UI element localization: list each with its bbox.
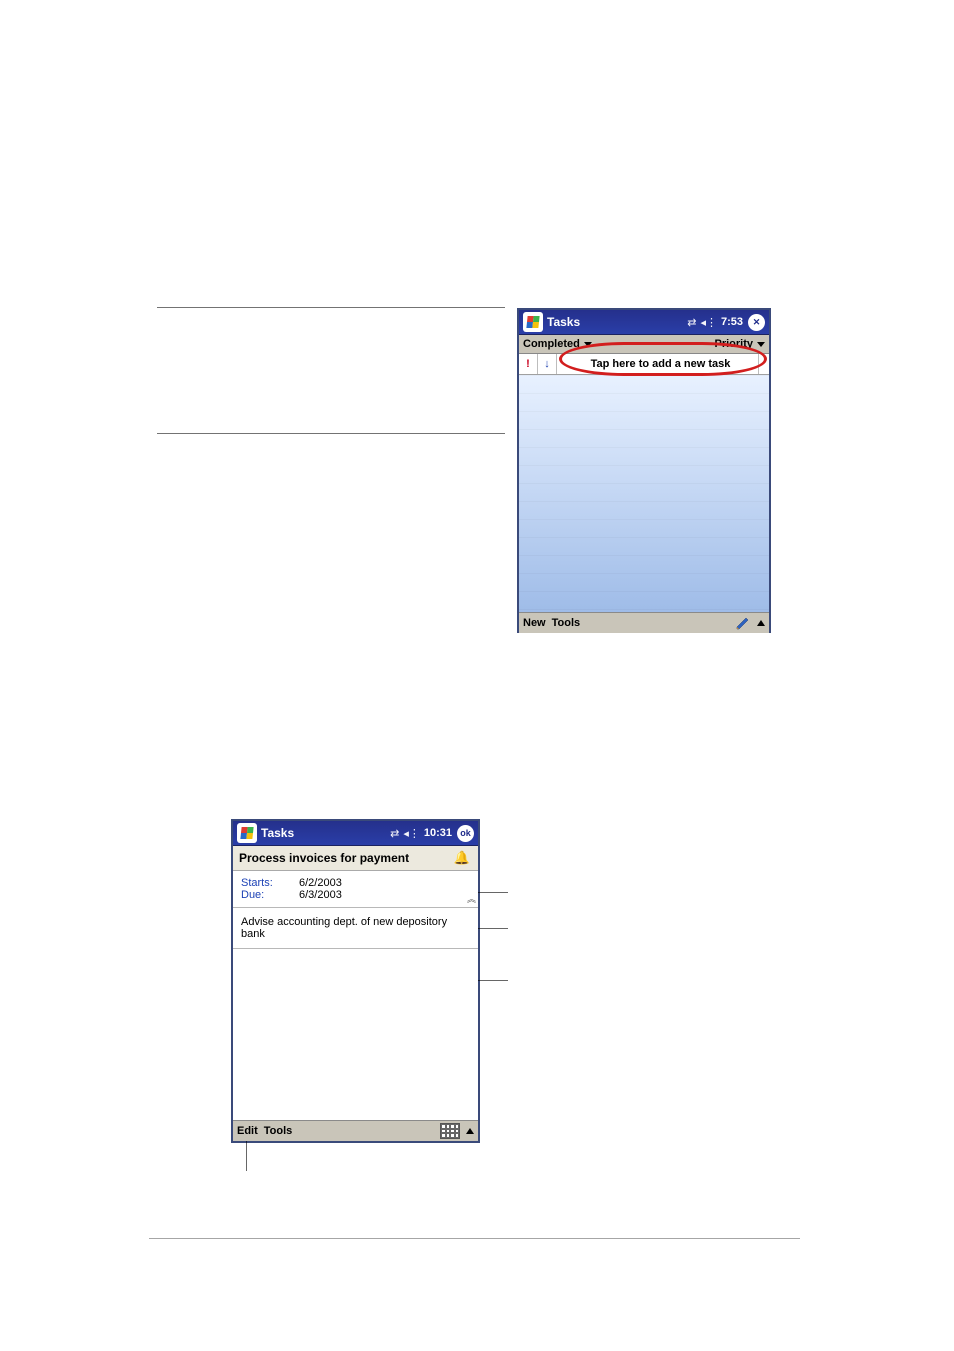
command-bar: New Tools: [519, 612, 769, 633]
start-button[interactable]: [523, 312, 543, 332]
command-bar: Edit Tools: [233, 1120, 478, 1141]
connectivity-icon[interactable]: ⇄: [687, 316, 696, 329]
chevron-down-icon: [757, 342, 765, 347]
menu-new[interactable]: New: [523, 617, 546, 629]
menu-edit[interactable]: Edit: [237, 1125, 258, 1137]
ok-label: ok: [460, 828, 471, 838]
clock[interactable]: 10:31: [424, 827, 452, 839]
clock[interactable]: 7:53: [721, 316, 743, 328]
filter-label: Completed: [523, 338, 580, 350]
device-task-detail: Tasks ⇄ ◂⋮ 10:31 ok Process invoices for…: [231, 819, 480, 1143]
app-title: Tasks: [261, 826, 298, 840]
menu-tools[interactable]: Tools: [264, 1125, 293, 1137]
windows-flag-icon: [526, 316, 539, 328]
filter-dropdown[interactable]: Completed: [523, 338, 592, 350]
sip-arrow-icon[interactable]: [466, 1128, 474, 1134]
priority-column-icon[interactable]: !: [519, 354, 538, 374]
app-title: Tasks: [547, 315, 584, 329]
chevron-down-icon: [584, 342, 592, 347]
annotation-line: [246, 1141, 247, 1171]
entry-right-spacer: [758, 354, 769, 374]
menu-tools[interactable]: Tools: [552, 617, 581, 629]
section-divider: [157, 433, 505, 434]
ok-button[interactable]: ok: [457, 825, 474, 842]
starts-value: 6/2/2003: [299, 877, 342, 889]
section-divider: [157, 307, 505, 308]
sort-dropdown[interactable]: Priority: [714, 338, 765, 350]
connectivity-icon[interactable]: ⇄: [390, 827, 399, 840]
new-task-input[interactable]: Tap here to add a new task: [557, 354, 758, 374]
reminder-icon: 🔔: [454, 850, 470, 866]
volume-icon[interactable]: ◂⋮: [700, 316, 717, 329]
start-button[interactable]: [237, 823, 257, 843]
annotation-line: [478, 980, 508, 981]
starts-label: Starts:: [241, 877, 285, 889]
sort-label: Priority: [714, 338, 753, 350]
pencil-icon[interactable]: [735, 615, 751, 631]
annotation-line: [478, 892, 508, 893]
task-name: Process invoices for payment: [239, 851, 409, 865]
new-task-entry-row: ! ↓ Tap here to add a new task: [519, 354, 769, 375]
keyboard-icon[interactable]: [440, 1123, 460, 1139]
sip-arrow-icon[interactable]: [757, 620, 765, 626]
device-tasks-list: Tasks ⇄ ◂⋮ 7:53 ✕ Completed Priority ! ↓…: [517, 308, 771, 633]
titlebar: Tasks ⇄ ◂⋮ 7:53 ✕: [519, 310, 769, 335]
task-note[interactable]: Advise accounting dept. of new depositor…: [233, 907, 478, 949]
annotation-line: [478, 928, 508, 929]
windows-flag-icon: [240, 827, 253, 839]
filter-bar: Completed Priority: [519, 335, 769, 354]
detail-blank-area: [233, 949, 478, 1120]
task-summary-header[interactable]: Process invoices for payment 🔔: [233, 846, 478, 871]
task-list-body[interactable]: [519, 375, 769, 612]
volume-icon[interactable]: ◂⋮: [403, 827, 420, 840]
sort-column-icon[interactable]: ↓: [538, 354, 557, 374]
close-button[interactable]: ✕: [748, 314, 765, 331]
task-dates-block[interactable]: Starts: 6/2/2003 Due: 6/3/2003 ︽: [233, 871, 478, 907]
titlebar: Tasks ⇄ ◂⋮ 10:31 ok: [233, 821, 478, 846]
due-label: Due:: [241, 889, 285, 901]
collapse-icon[interactable]: ︽: [467, 892, 476, 905]
due-value: 6/3/2003: [299, 889, 342, 901]
close-icon: ✕: [753, 317, 761, 328]
footer-divider: [149, 1238, 800, 1239]
